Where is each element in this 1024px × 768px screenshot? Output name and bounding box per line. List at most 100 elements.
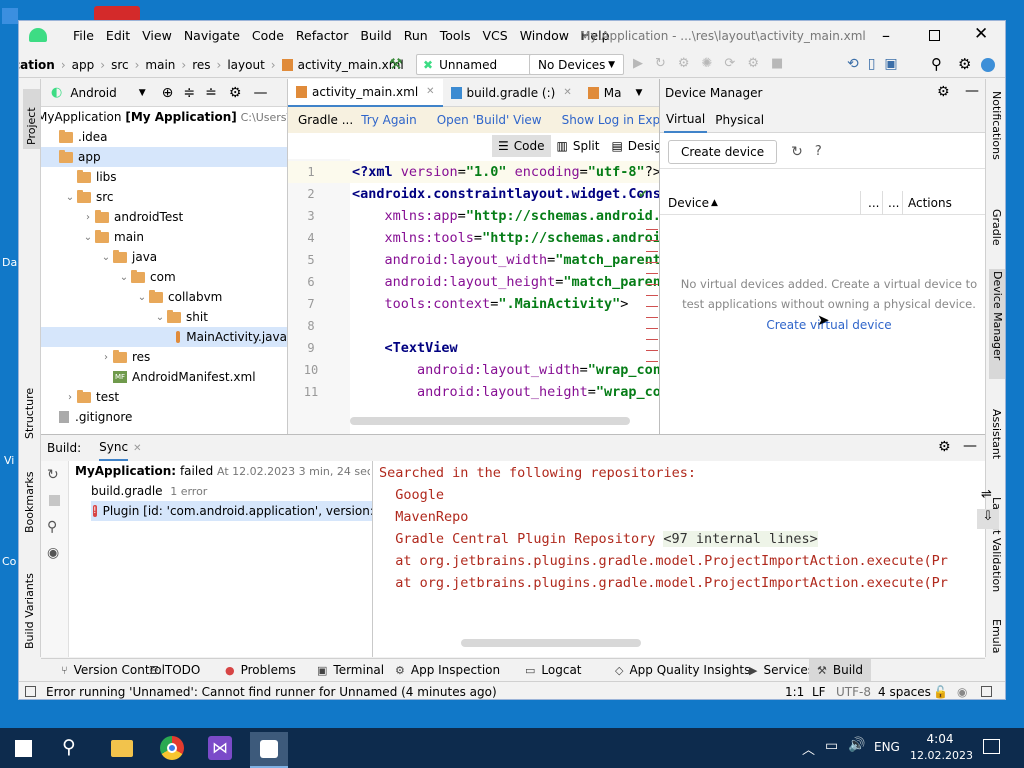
chevron-down-icon[interactable]: ⌄ xyxy=(81,232,95,243)
tool-tab-problems[interactable]: ● Problems xyxy=(217,659,304,681)
breadcrumb-item[interactable]: app xyxy=(72,58,95,72)
open-build-view-link[interactable]: Open 'Build' View xyxy=(437,113,542,127)
chevron-down-icon[interactable]: ⌄ xyxy=(117,272,131,283)
tree-item[interactable]: MainActivity.java xyxy=(41,327,287,347)
tree-item[interactable]: .idea xyxy=(41,127,287,147)
breadcrumb-item[interactable]: main xyxy=(145,58,175,72)
pin-icon[interactable]: ⚲ xyxy=(47,519,57,535)
desktop-label[interactable]: Vi xyxy=(4,454,14,467)
minimize-icon[interactable]: – xyxy=(877,26,895,45)
chevron-down-icon[interactable]: ⌄ xyxy=(135,292,149,303)
tool-tab-app-quality-insights[interactable]: ◇ App Quality Insights xyxy=(607,659,758,681)
notifications-tool-button[interactable]: Notifications xyxy=(990,91,1003,191)
menu-item-run[interactable]: Run xyxy=(404,21,436,51)
project-tool-button[interactable]: Project xyxy=(23,89,40,149)
indent[interactable]: 4 spaces xyxy=(878,685,931,699)
breadcrumb-item[interactable]: res xyxy=(192,58,210,72)
tab-virtual[interactable]: Virtual xyxy=(664,107,708,133)
tool-tab-todo[interactable]: ☰ TODO xyxy=(141,659,208,681)
tree-item[interactable]: › androidTest xyxy=(41,207,287,227)
close-tab-icon[interactable]: ✕ xyxy=(426,86,434,97)
breadcrumb-item[interactable]: activity_main.xml xyxy=(298,58,404,72)
visual-studio-icon[interactable]: ⋈ xyxy=(208,736,232,760)
line-separator[interactable]: LF xyxy=(812,685,826,699)
gear-icon[interactable]: ⚙ xyxy=(938,439,951,455)
tree-item[interactable]: ⌄ shit xyxy=(41,307,287,327)
sdk-icons[interactable]: ⟲▯▣ xyxy=(847,56,907,72)
tree-item[interactable]: ⌄ main xyxy=(41,227,287,247)
editor-tab[interactable]: activity_main.xml ✕ xyxy=(288,78,443,107)
tree-item[interactable]: ⌄ java xyxy=(41,247,287,267)
refresh-icon[interactable]: ↻ xyxy=(47,467,59,483)
tree-item[interactable]: app xyxy=(41,147,287,167)
menu-item-refactor[interactable]: Refactor xyxy=(296,21,356,51)
scroll-to-end-icon[interactable]: ⇩ xyxy=(977,509,999,529)
tool-tab-build[interactable]: ⚒ Build xyxy=(809,659,871,681)
tree-item[interactable]: ⌄ com xyxy=(41,267,287,287)
horizontal-scrollbar[interactable] xyxy=(350,417,630,425)
gear-icon[interactable]: ⚙ xyxy=(937,84,950,100)
lock-icon[interactable]: 🔓 xyxy=(933,685,948,699)
memory-icon[interactable]: ◉ xyxy=(957,685,967,699)
console-scrollbar[interactable] xyxy=(461,639,641,647)
caret-position[interactable]: 1:1 xyxy=(785,685,804,699)
menu-item-tools[interactable]: Tools xyxy=(440,21,479,51)
tree-item[interactable]: ⌄ collabvm xyxy=(41,287,287,307)
menu-item-build[interactable]: Build xyxy=(360,21,399,51)
build-tree-root[interactable]: MyApplication: failed At 12.02.2023 3 mi… xyxy=(75,461,370,481)
help-icon[interactable]: ? xyxy=(815,144,822,159)
create-device-button[interactable]: Create device xyxy=(668,139,778,164)
search-icon[interactable]: ⚲ xyxy=(62,736,76,758)
desktop-label[interactable]: Co xyxy=(2,555,16,568)
breadcrumb-item[interactable]: layout xyxy=(227,58,264,72)
chevron-right-icon[interactable]: › xyxy=(63,392,77,403)
chevron-down-icon[interactable]: ⌄ xyxy=(153,312,167,323)
bookmarks-tool-button[interactable]: Bookmarks xyxy=(23,463,36,533)
editor-tab[interactable]: Ma xyxy=(580,79,630,107)
internal-lines-fold[interactable]: <97 internal lines> xyxy=(663,531,818,547)
menu-item-navigate[interactable]: Navigate xyxy=(184,21,248,51)
menu-item-window[interactable]: Window xyxy=(520,21,577,51)
tree-item[interactable]: ⌄ src xyxy=(41,187,287,207)
gear-icon[interactable]: ⚙ xyxy=(229,85,242,101)
run-debug-icons[interactable]: ▶↻⚙✺⟳⚙■ xyxy=(633,56,795,71)
emulator-tool-button[interactable]: Emula xyxy=(990,619,1003,659)
start-icon[interactable] xyxy=(15,740,32,757)
gradle-tool-button[interactable]: Gradle xyxy=(990,209,1003,269)
hammer-icon[interactable]: ⚒ xyxy=(389,55,402,73)
menu-item-file[interactable]: File xyxy=(63,21,102,51)
android-studio-taskbar-icon[interactable] xyxy=(250,732,288,768)
view-mode-select[interactable]: Android xyxy=(70,86,116,100)
try-again-link[interactable]: Try Again xyxy=(361,113,417,127)
build-variants-tool-button[interactable]: Build Variants xyxy=(23,559,36,649)
chevron-down-icon[interactable]: ⌄ xyxy=(63,192,77,203)
chevron-right-icon[interactable]: › xyxy=(99,352,113,363)
network-icon[interactable]: ▭ xyxy=(825,738,838,754)
clock-date[interactable]: 12.02.2023 xyxy=(910,749,973,762)
menu-item-view[interactable]: View xyxy=(142,21,180,51)
hide-icon[interactable]: — xyxy=(253,85,267,101)
tree-item[interactable]: MF AndroidManifest.xml xyxy=(41,367,287,387)
code-mode-button[interactable]: ☰ Code xyxy=(492,135,551,157)
chevron-down-icon[interactable]: ▼ xyxy=(139,88,146,98)
breadcrumb-item[interactable]: src xyxy=(111,58,129,72)
maximize-icon[interactable] xyxy=(929,30,940,41)
language-indicator[interactable]: ENG xyxy=(874,740,900,754)
editor-tab[interactable]: build.gradle (:) ✕ xyxy=(443,79,580,107)
menu-item-vcs[interactable]: VCS xyxy=(483,21,516,51)
close-tab-icon[interactable]: ✕ xyxy=(133,443,141,454)
volume-icon[interactable]: 🔊 xyxy=(848,737,865,753)
layout-icon[interactable] xyxy=(981,686,992,697)
tool-tab-app-inspection[interactable]: ⚙ App Inspection xyxy=(387,659,508,681)
tree-item[interactable]: libs xyxy=(41,167,287,187)
clock-time[interactable]: 4:04 xyxy=(910,732,970,746)
tree-item[interactable]: .gitignore xyxy=(41,407,287,427)
build-tree-error[interactable]: ! Plugin [id: 'com.android.application',… xyxy=(91,501,372,521)
tool-tab-terminal[interactable]: ▣ Terminal xyxy=(309,659,392,681)
search-icon[interactable]: ⚲ xyxy=(931,55,942,73)
tree-item[interactable]: › res xyxy=(41,347,287,367)
stop-icon[interactable] xyxy=(49,495,60,506)
gear-icon[interactable]: ⚙ xyxy=(958,55,971,73)
toggle-panels-icon[interactable] xyxy=(25,686,36,697)
desktop-icon[interactable] xyxy=(2,8,18,24)
